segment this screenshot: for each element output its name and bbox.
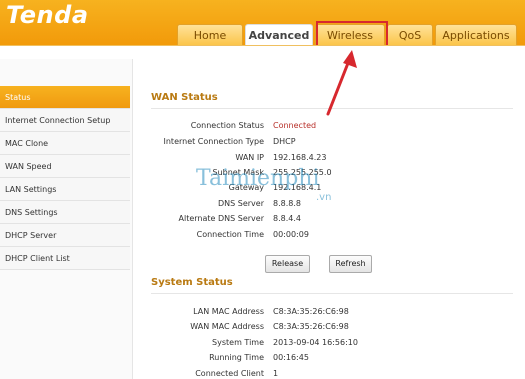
row-label: Connection Time [196,230,264,239]
divider [151,293,513,294]
row-value: 2013-09-04 16:56:10 [273,338,358,347]
row-label: Alternate DNS Server [178,214,264,223]
red-arrow-icon [326,50,357,116]
system-row-system-time: System Time 2013-09-04 16:56:10 [133,336,525,350]
sidebar-item-dhcp-server[interactable]: DHCP Server [0,224,130,247]
wireless-highlight-box [316,21,388,48]
row-value: 192.168.4.23 [273,153,327,162]
wan-row-subnet-mask: Subnet Mask 255.255.255.0 [133,166,525,180]
wan-row-connection-type: Internet Connection Type DHCP [133,135,525,149]
wan-status-title: WAN Status [151,92,218,103]
wan-row-wan-ip: WAN IP 192.168.4.23 [133,151,525,165]
tab-home[interactable]: Home [177,24,243,45]
row-value: 8.8.8.8 [273,199,301,208]
sidebar-item-dhcp-client-list[interactable]: DHCP Client List [0,247,130,270]
row-label: DNS Server [218,199,264,208]
wan-row-alternate-dns: Alternate DNS Server 8.8.4.4 [133,212,525,226]
release-button[interactable]: Release [265,255,310,273]
row-value: C8:3A:35:26:C6:98 [273,322,349,331]
row-label: Internet Connection Type [163,137,265,146]
system-row-running-time: Running Time 00:16:45 [133,351,525,365]
system-row-connected-client: Connected Client 1 [133,367,525,379]
sidebar-item-internet-connection-setup[interactable]: Internet Connection Setup [0,109,130,132]
tab-applications[interactable]: Applications [435,24,517,45]
row-value: DHCP [273,137,296,146]
sub-header-bar [0,45,525,59]
row-label: Running Time [209,353,264,362]
sidebar-item-wan-speed[interactable]: WAN Speed [0,155,130,178]
row-value: C8:3A:35:26:C6:98 [273,307,349,316]
refresh-button[interactable]: Refresh [329,255,372,273]
wan-row-connection-time: Connection Time 00:00:09 [133,228,525,242]
row-value: 8.8.4.4 [273,214,301,223]
row-value: 00:00:09 [273,230,309,239]
system-row-lan-mac: LAN MAC Address C8:3A:35:26:C6:98 [133,305,525,319]
sidebar: Status Internet Connection Setup MAC Clo… [0,86,130,270]
sidebar-item-lan-settings[interactable]: LAN Settings [0,178,130,201]
row-value: 1 [273,369,279,378]
system-row-wan-mac: WAN MAC Address C8:3A:35:26:C6:98 [133,320,525,334]
row-label: LAN MAC Address [193,307,264,316]
row-label: Connection Status [190,121,264,130]
watermark-text: Taimienphi [196,166,320,191]
tenda-logo: Tenda [6,1,89,29]
top-header: Tenda Home Advanced Wireless QoS Applica… [0,0,525,45]
row-label: Connected Client [195,369,264,378]
system-status-title: System Status [151,277,233,288]
watermark-suffix: .vn [316,192,332,203]
row-value: Connected [273,121,317,130]
row-value: 00:16:45 [273,353,309,362]
sidebar-item-dns-settings[interactable]: DNS Settings [0,201,130,224]
sidebar-item-mac-clone[interactable]: MAC Clone [0,132,130,155]
sidebar-item-status[interactable]: Status [0,86,130,109]
row-label: System Time [212,338,264,347]
tab-advanced[interactable]: Advanced [245,24,313,45]
row-label: WAN MAC Address [190,322,264,331]
row-label: WAN IP [235,153,264,162]
wan-row-connection-status: Connection Status Connected [133,119,525,133]
tab-qos[interactable]: QoS [387,24,433,45]
